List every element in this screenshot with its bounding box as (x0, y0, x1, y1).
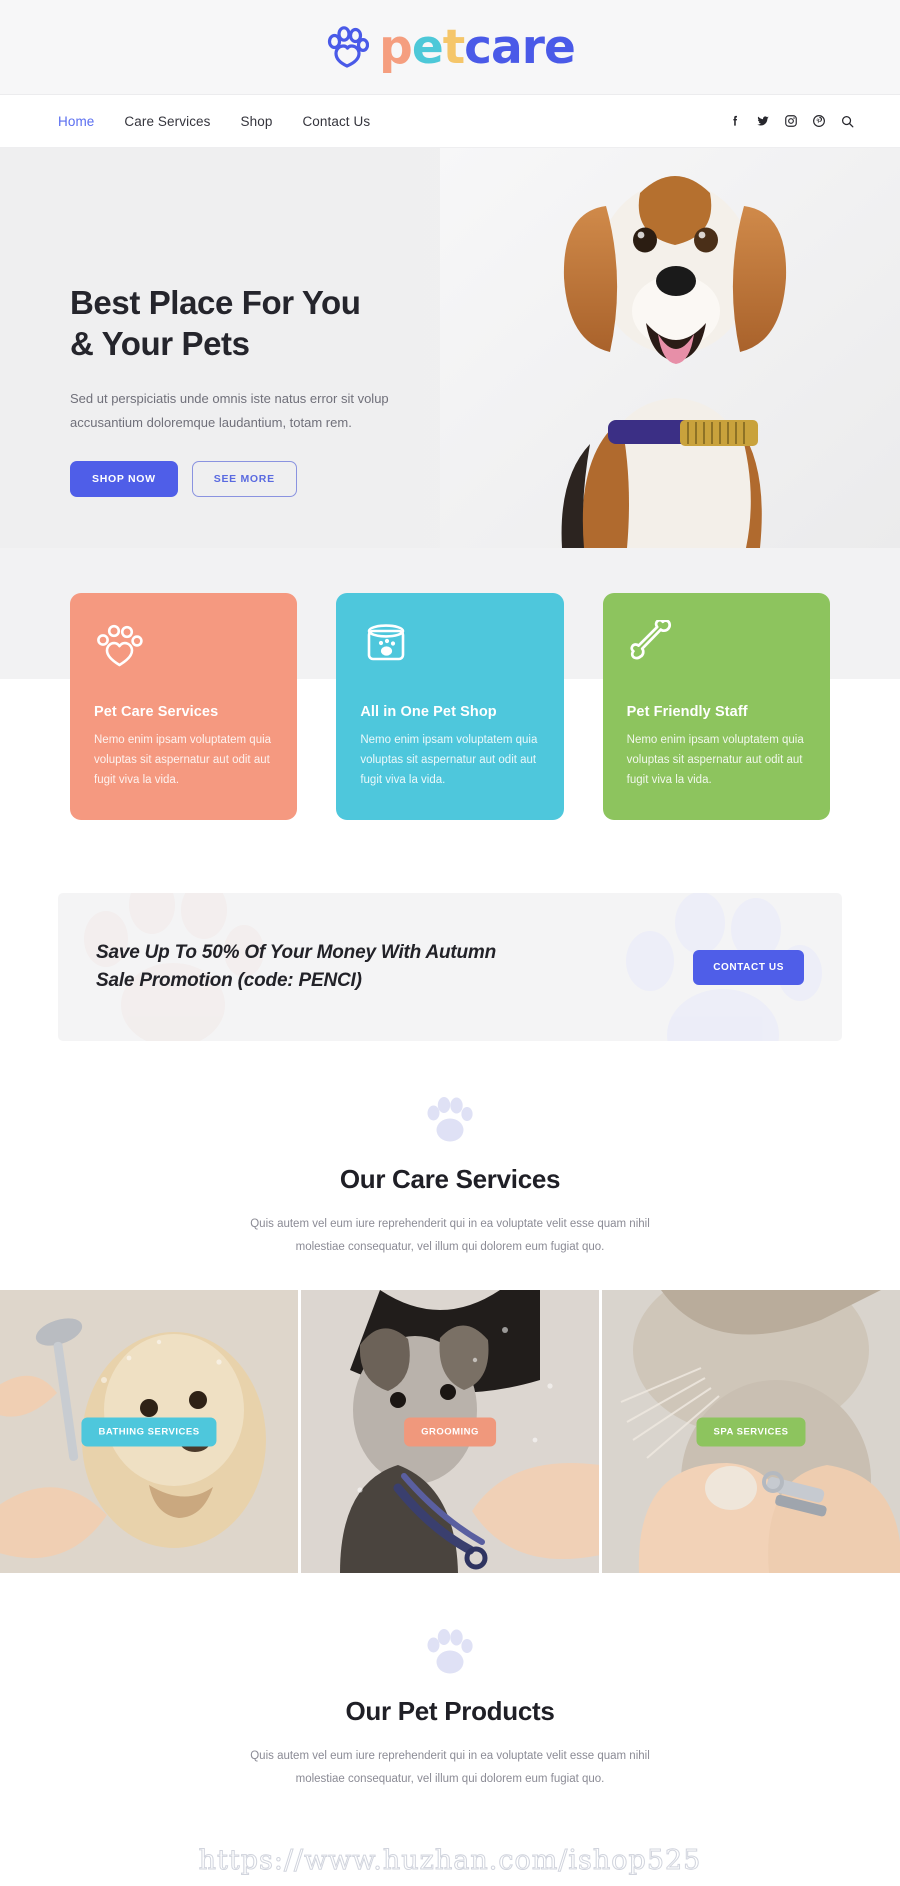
feature-card-title: All in One Pet Shop (360, 704, 497, 720)
promo-banner: Save Up To 50% Of Your Money With Autumn… (58, 893, 842, 1042)
feature-card-title: Pet Friendly Staff (626, 704, 748, 720)
pet-products-heading: Our Pet Products Quis autem vel eum iure… (0, 1573, 900, 1791)
logo-letter-e2: e (543, 19, 576, 75)
feature-card-text: Nemo enim ipsam voluptatem quia voluptas… (626, 734, 804, 787)
main-navigation: Home Care Services Shop Contact Us (0, 95, 900, 148)
feature-card-text: Nemo enim ipsam voluptatem quia voluptas… (94, 734, 272, 787)
logo-letter-p: p (379, 19, 413, 75)
promo-line-2: Sale Promotion (code: PENCI) (96, 970, 362, 992)
nav-item-shop[interactable]: Shop (241, 114, 273, 129)
nav-links: Home Care Services Shop Contact Us (58, 114, 370, 129)
nav-social-bar (728, 114, 855, 129)
care-services-heading: Our Care Services Quis autem vel eum iur… (0, 1041, 900, 1259)
hero-subtitle: Sed ut perspiciatis unde omnis iste natu… (70, 387, 430, 435)
feature-card-text: Nemo enim ipsam voluptatem quia voluptas… (360, 734, 538, 787)
section-subtitle-line-2: molestiae consequatur, vel illum qui dol… (295, 1772, 605, 1785)
section-title: Our Pet Products (345, 1696, 555, 1727)
logo-letter-c: c (464, 19, 492, 75)
service-badge-spa[interactable]: SPA SERVICES (696, 1417, 806, 1447)
feature-card-pet-care-services[interactable]: Pet Care Services Nemo enim ipsam volupt… (70, 593, 298, 821)
section-subtitle-line-1: Quis autem vel eum iure reprehenderit qu… (250, 1750, 650, 1763)
hero-title: Best Place For You & Your Pets (70, 283, 470, 365)
paw-icon (427, 1097, 473, 1142)
logo-bar: p e t c a r e (0, 0, 900, 95)
bottom-spacer (0, 1790, 900, 1886)
page-root: p e t c a r e Home Care Services Shop Co… (0, 0, 900, 1886)
logo-wordmark: p e t c a r e (379, 19, 576, 75)
logo-letter-r: r (521, 19, 545, 75)
nav-item-home[interactable]: Home (58, 114, 94, 129)
logo-letter-a: a (491, 19, 523, 75)
feature-card-all-in-one-pet-shop[interactable]: All in One Pet Shop Nemo enim ipsam volu… (336, 593, 564, 821)
section-subtitle-line-1: Quis autem vel eum iure reprehenderit qu… (250, 1218, 650, 1231)
paw-icon (427, 1629, 473, 1674)
care-services-gallery: BATHING SERVICES GROOMING SPA SERVICES (0, 1290, 900, 1574)
nav-item-care-services[interactable]: Care Services (124, 114, 210, 129)
logo-letter-e: e (411, 19, 444, 75)
section-subtitle: Quis autem vel eum iure reprehenderit qu… (250, 1745, 650, 1790)
section-title: Our Care Services (339, 1164, 561, 1195)
service-card-grooming[interactable]: GROOMING (298, 1290, 599, 1574)
features-section: Pet Care Services Nemo enim ipsam volupt… (0, 548, 900, 876)
twitter-icon[interactable] (756, 114, 770, 128)
promo-section: Save Up To 50% Of Your Money With Autumn… (0, 875, 900, 1042)
hero-buttons: SHOP NOW SEE MORE (70, 460, 470, 497)
hero-section: Best Place For You & Your Pets Sed ut pe… (0, 148, 900, 548)
nav-item-contact-us[interactable]: Contact Us (302, 114, 370, 129)
instagram-icon[interactable] (784, 114, 798, 128)
feature-card-list: Pet Care Services Nemo enim ipsam volupt… (70, 593, 830, 821)
section-subtitle-line-2: molestiae consequatur, vel illum qui dol… (295, 1240, 605, 1253)
service-badge-grooming[interactable]: GROOMING (404, 1417, 496, 1447)
promo-text: Save Up To 50% Of Your Money With Autumn… (96, 939, 496, 996)
hero-title-line-2: & Your Pets (70, 324, 250, 362)
logo-letter-t: t (442, 19, 465, 75)
pinterest-icon[interactable] (812, 114, 826, 128)
see-more-button[interactable]: SEE MORE (191, 460, 297, 497)
search-icon[interactable] (840, 114, 855, 129)
hero-title-line-1: Best Place For You (70, 284, 361, 321)
promo-line-1: Save Up To 50% Of Your Money With Autumn (96, 941, 497, 963)
pet-food-can-icon (360, 620, 539, 670)
section-subtitle: Quis autem vel eum iure reprehenderit qu… (250, 1213, 650, 1258)
feature-card-title: Pet Care Services (94, 704, 219, 720)
hero-copy: Best Place For You & Your Pets Sed ut pe… (70, 283, 470, 497)
bone-icon (627, 620, 806, 670)
hero-dog-photo (440, 148, 900, 548)
feature-card-pet-friendly-staff[interactable]: Pet Friendly Staff Nemo enim ipsam volup… (602, 593, 830, 821)
hero-subtitle-line-1: Sed ut perspiciatis unde omnis iste natu… (70, 390, 389, 406)
site-logo[interactable]: p e t c a r e (325, 19, 576, 75)
hero-subtitle-line-2: accusantium doloremque laudantium, totam… (70, 414, 352, 430)
service-card-bathing[interactable]: BATHING SERVICES (0, 1290, 298, 1574)
facebook-icon[interactable] (728, 114, 742, 128)
contact-us-button[interactable]: CONTACT US (693, 949, 804, 985)
service-badge-bathing[interactable]: BATHING SERVICES (81, 1417, 217, 1447)
paw-icon (328, 26, 370, 68)
shop-now-button[interactable]: SHOP NOW (70, 460, 178, 497)
paw-heart-icon (94, 620, 273, 670)
service-card-spa[interactable]: SPA SERVICES (599, 1290, 900, 1574)
